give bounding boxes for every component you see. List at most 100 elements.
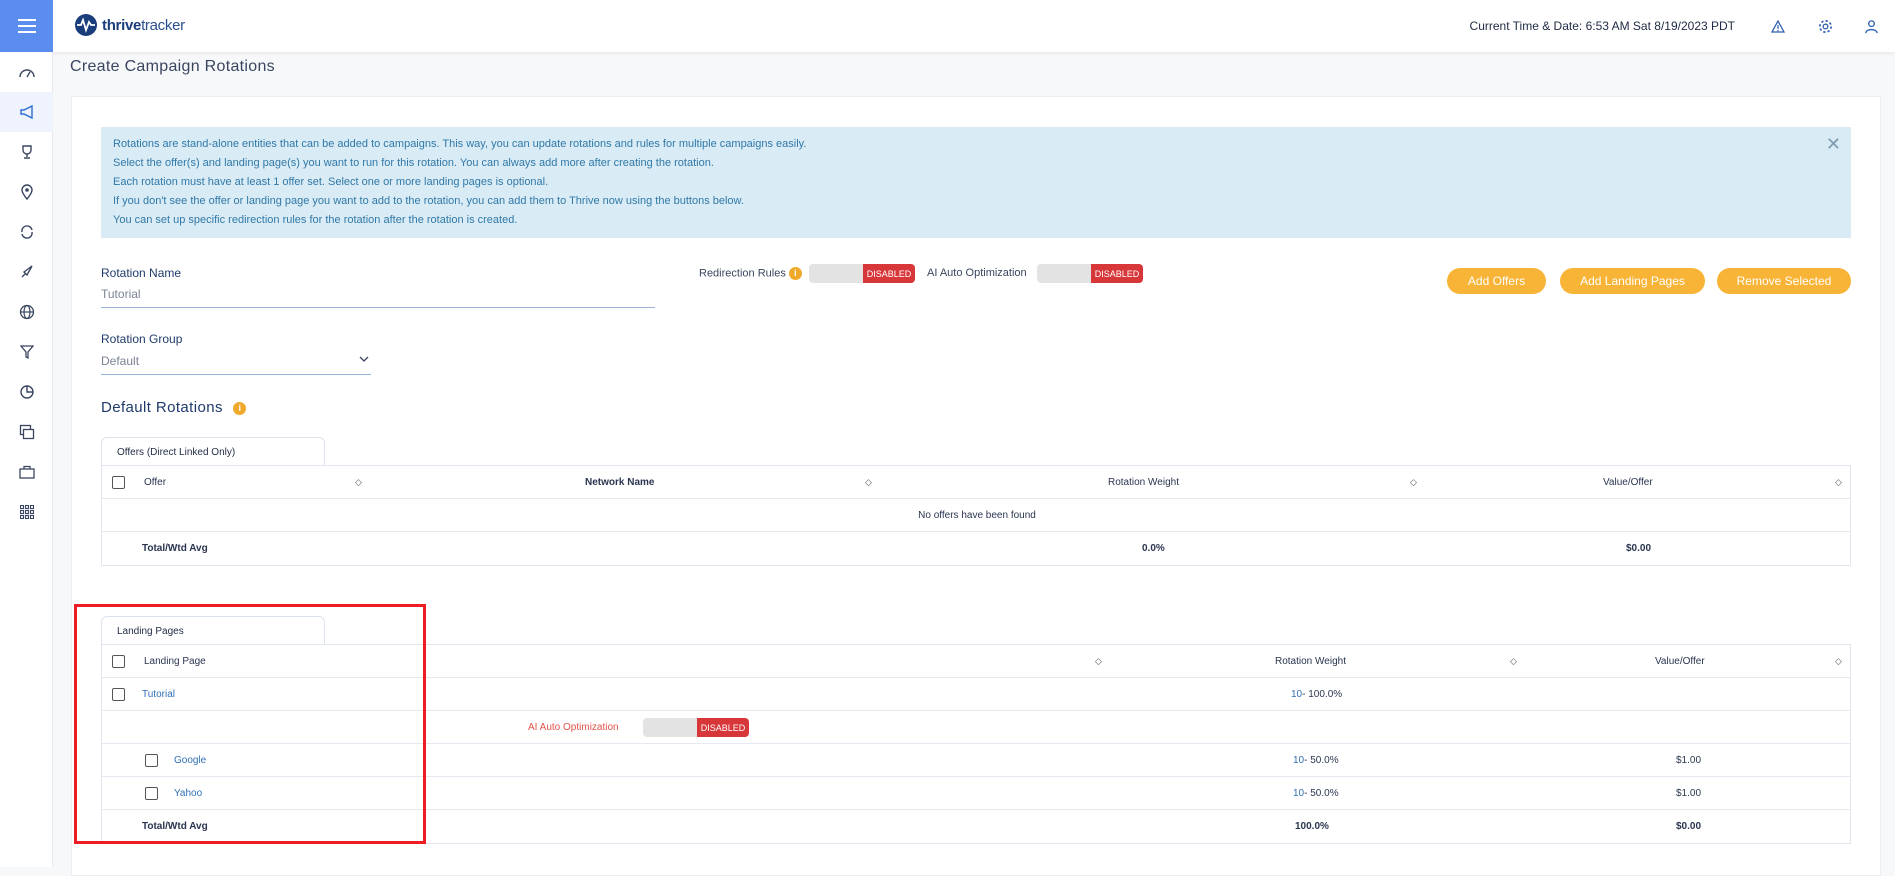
add-offers-button[interactable]: Add Offers — [1447, 268, 1546, 294]
rotation-icon — [20, 225, 33, 239]
sidebar-item-apps[interactable] — [0, 492, 53, 532]
column-value-offer[interactable]: Value/Offer — [1655, 645, 1705, 678]
row-checkbox[interactable] — [145, 787, 158, 800]
sidebar-item-campaigns[interactable] — [0, 92, 53, 132]
value-offer-cell: $1.00 — [1676, 755, 1702, 766]
weight-number[interactable]: 10 — [1293, 755, 1304, 766]
ai-auto-optimization-toggle[interactable]: DISABLED — [1037, 264, 1143, 283]
rocket-icon — [21, 265, 33, 278]
select-all-checkbox[interactable] — [112, 655, 125, 668]
weight-percent: - 50.0% — [1304, 755, 1339, 766]
section-title: Default Rotations i — [101, 399, 247, 416]
weight-percent: - 100.0% — [1302, 689, 1343, 700]
table-header-row: Landing Page ◇ Rotation Weight ◇ Value/O… — [102, 645, 1850, 678]
add-landing-pages-button[interactable]: Add Landing Pages — [1560, 268, 1705, 294]
sidebar-item-domains[interactable] — [0, 292, 53, 332]
info-line: Rotations are stand-alone entities that … — [113, 138, 807, 150]
sort-icon[interactable]: ◇ — [1095, 645, 1102, 678]
info-line: Select the offer(s) and landing page(s) … — [113, 157, 714, 169]
column-landing-page[interactable]: Landing Page — [144, 645, 206, 678]
reports-icon — [19, 385, 34, 399]
info-icon[interactable]: i — [233, 401, 247, 415]
logo-text-bold: thrive — [102, 16, 142, 34]
column-value-offer[interactable]: Value/Offer — [1603, 466, 1653, 499]
redirection-rules-label: Redirection Rules i — [699, 267, 802, 280]
toggle-track — [809, 264, 863, 283]
sidebar-item-reports[interactable] — [0, 372, 53, 412]
copy-icon — [19, 424, 34, 440]
tab-landing-pages[interactable]: Landing Pages — [101, 616, 325, 644]
column-rotation-weight[interactable]: Rotation Weight — [1108, 466, 1179, 499]
landing-page-group-link[interactable]: Tutorial — [142, 678, 175, 711]
sort-icon[interactable]: ◇ — [1510, 645, 1517, 678]
toggle-track — [643, 718, 697, 737]
total-row: Total/Wtd Avg 0.0% $0.00 — [102, 532, 1850, 565]
rotation-weight-cell: 10 - 50.0% — [1293, 744, 1339, 777]
sidebar-item-filters[interactable] — [0, 332, 53, 372]
sort-icon[interactable]: ◇ — [1410, 466, 1417, 499]
warning-button[interactable] — [1768, 16, 1788, 36]
logo-text: thrivetracker — [102, 17, 185, 34]
sort-icon[interactable]: ◇ — [865, 466, 872, 499]
rotation-weight-cell: 10 - 50.0% — [1293, 777, 1339, 810]
sort-icon[interactable]: ◇ — [355, 466, 362, 499]
user-button[interactable] — [1861, 16, 1881, 36]
weight-percent: - 50.0% — [1304, 788, 1339, 799]
top-bar: thrivetracker Current Time & Date: 6:53 … — [0, 0, 1895, 52]
current-time: Current Time & Date: 6:53 AM Sat 8/19/20… — [1469, 19, 1735, 33]
rotation-name-input[interactable]: Tutorial — [101, 287, 655, 308]
close-icon[interactable]: ✕ — [1826, 135, 1841, 154]
sidebar-item-copy[interactable] — [0, 412, 53, 452]
row-checkbox-cell — [112, 678, 125, 711]
select-all-checkbox[interactable] — [112, 476, 125, 489]
info-icon[interactable]: i — [788, 267, 802, 280]
total-value: $0.00 — [1676, 821, 1702, 832]
weight-number[interactable]: 10 — [1293, 788, 1304, 799]
user-icon — [1864, 19, 1878, 33]
landing-page-link[interactable]: Yahoo — [174, 777, 202, 810]
weight-number[interactable]: 10 — [1291, 689, 1302, 700]
select-all-checkbox-cell — [112, 645, 125, 678]
empty-row: No offers have been found — [102, 499, 1850, 532]
default-rotations-title: Default Rotations — [101, 399, 223, 416]
total-weight: 100.0% — [1295, 821, 1329, 832]
sidebar — [0, 52, 53, 867]
sidebar-item-sources[interactable] — [0, 172, 53, 212]
settings-button[interactable] — [1815, 16, 1835, 36]
total-value: $0.00 — [1626, 543, 1652, 554]
column-network-name[interactable]: Network Name — [585, 466, 654, 499]
apps-icon — [19, 505, 34, 519]
landing-page-link[interactable]: Google — [174, 744, 206, 777]
sidebar-item-tools[interactable] — [0, 452, 53, 492]
sort-icon[interactable]: ◇ — [1835, 466, 1842, 499]
toggle-state: DISABLED — [863, 264, 915, 283]
app-logo[interactable]: thrivetracker — [74, 13, 185, 37]
redirection-rules-toggle[interactable]: DISABLED — [809, 264, 915, 283]
chevron-down-icon — [359, 356, 369, 362]
value-offer-cell: $1.00 — [1676, 788, 1702, 799]
row-checkbox[interactable] — [112, 688, 125, 701]
ai-auto-optimization-label: AI Auto Optimization — [528, 722, 619, 733]
total-row: Total/Wtd Avg 100.0% $0.00 — [102, 810, 1850, 843]
row-checkbox[interactable] — [145, 754, 158, 767]
trophy-icon — [21, 145, 32, 159]
sidebar-item-rotations[interactable] — [0, 212, 53, 252]
sidebar-item-offers[interactable] — [0, 132, 53, 172]
sidebar-item-dashboard[interactable] — [0, 52, 53, 92]
tab-offers[interactable]: Offers (Direct Linked Only) — [101, 437, 325, 465]
filter-icon — [19, 345, 34, 360]
column-rotation-weight[interactable]: Rotation Weight — [1275, 645, 1346, 678]
sort-icon[interactable]: ◇ — [1835, 645, 1842, 678]
remove-selected-button[interactable]: Remove Selected — [1717, 268, 1851, 294]
page-title: Create Campaign Rotations — [70, 58, 275, 75]
ai-auto-optimization-toggle[interactable]: DISABLED — [643, 718, 749, 737]
landing-pages-table: Landing Page ◇ Rotation Weight ◇ Value/O… — [101, 644, 1851, 844]
total-label: Total/Wtd Avg — [142, 821, 208, 832]
info-line: If you don't see the offer or landing pa… — [113, 195, 744, 207]
redirection-rules-text: Redirection Rules — [699, 267, 786, 280]
column-offer[interactable]: Offer — [144, 466, 166, 499]
rotation-group-select[interactable]: Default — [101, 354, 371, 375]
sidebar-item-landers[interactable] — [0, 252, 53, 292]
hamburger-menu-button[interactable] — [0, 0, 53, 52]
location-icon — [20, 184, 33, 200]
